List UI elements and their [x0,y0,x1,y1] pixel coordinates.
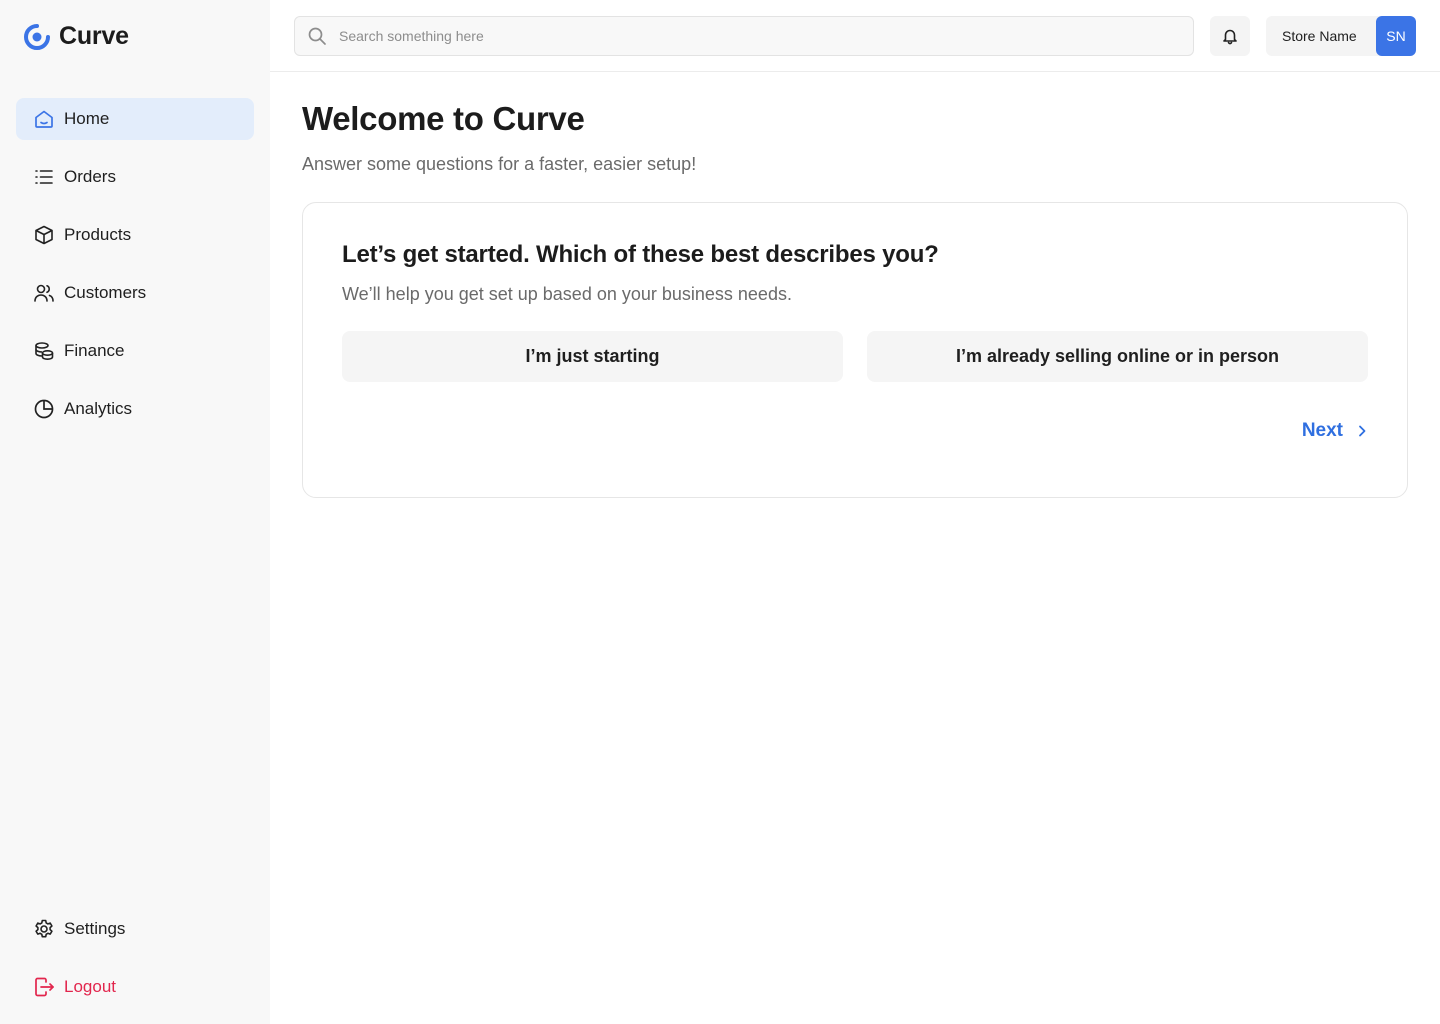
sidebar-item-label: Analytics [64,399,133,418]
sidebar: Curve Home Orders Products Customers Fin… [0,0,270,1024]
sidebar-item-label: Finance [64,341,125,360]
list-icon [33,166,55,188]
onboarding-card: Let’s get started. Which of these best d… [302,202,1408,498]
chevron-right-icon [1355,424,1369,438]
home-icon [33,108,55,130]
sidebar-item-label: Home [64,109,110,128]
logo[interactable]: Curve [23,22,129,51]
sidebar-item-label: Products [64,225,132,244]
gear-icon [33,918,55,940]
card-title: Let’s get started. Which of these best d… [342,241,939,268]
option-already-selling-button[interactable]: I’m already selling online or in person [867,331,1368,382]
option-just-starting-button[interactable]: I’m just starting [342,331,843,382]
sidebar-item-logout[interactable]: Logout [16,966,254,1008]
sidebar-item-orders[interactable]: Orders [16,156,254,198]
coins-icon [33,340,55,362]
sidebar-item-finance[interactable]: Finance [16,330,254,372]
bell-icon [1221,27,1239,45]
store-name: Store Name [1282,28,1357,44]
sidebar-item-label: Orders [64,167,116,186]
logo-text: Curve [59,22,129,50]
users-icon [33,282,55,304]
pie-chart-icon [33,398,55,420]
sidebar-item-customers[interactable]: Customers [16,272,254,314]
search-icon [307,26,339,46]
next-label: Next [1301,420,1343,441]
curve-logo-icon [23,23,51,51]
next-button[interactable]: Next [1302,420,1369,442]
notifications-button[interactable] [1210,16,1250,56]
page-subtitle: Answer some questions for a faster, easi… [302,154,697,174]
sidebar-item-home[interactable]: Home [16,98,254,140]
card-subtitle: We’ll help you get set up based on your … [342,284,792,304]
sidebar-bottom: Settings Logout [16,908,254,1024]
search-input[interactable] [339,28,1159,44]
page-title: Welcome to Curve [302,100,585,137]
app-root: Curve Home Orders Products Customers Fin… [0,0,1440,1024]
sidebar-item-label: Logout [64,977,116,996]
avatar[interactable]: SN [1376,16,1416,56]
sidebar-item-analytics[interactable]: Analytics [16,388,254,430]
sidebar-item-label: Settings [64,919,126,938]
sidebar-item-label: Customers [64,283,147,302]
store-menu[interactable]: Store Name SN [1266,16,1416,56]
logout-icon [33,976,55,998]
top-bar: Store Name SN [270,0,1440,72]
sidebar-item-settings[interactable]: Settings [16,908,254,950]
search-bar[interactable] [294,16,1194,56]
sidebar-nav: Home Orders Products Customers Finance A… [16,98,254,446]
box-icon [33,224,55,246]
main-content: Store Name SN Welcome to Curve Answer so… [270,0,1440,1024]
sidebar-item-products[interactable]: Products [16,214,254,256]
